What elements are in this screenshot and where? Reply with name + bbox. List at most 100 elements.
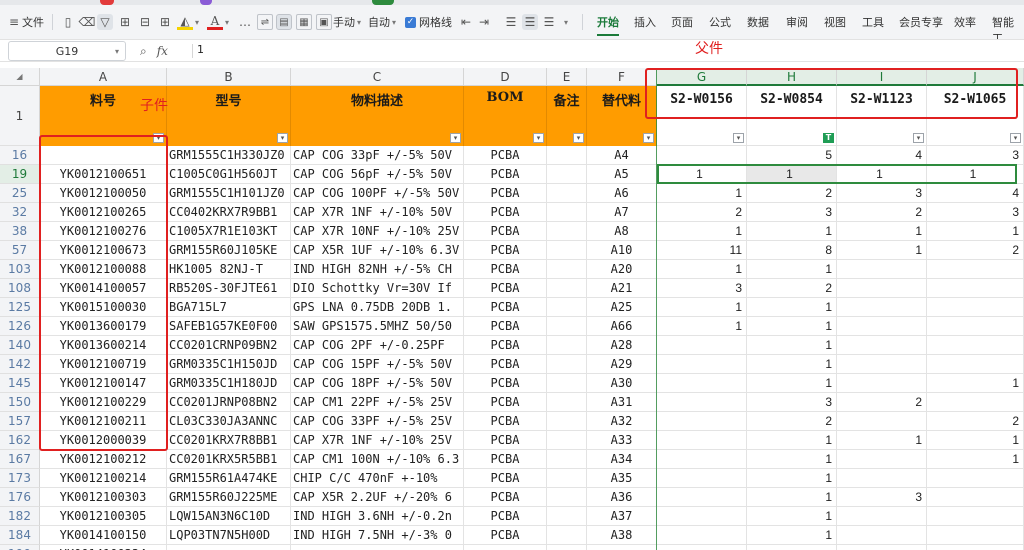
column-header-b[interactable]: B	[167, 68, 291, 86]
cell-f[interactable]: A37	[587, 507, 657, 526]
cell-j[interactable]	[927, 507, 1024, 526]
cell-f[interactable]: A8	[587, 222, 657, 241]
row-header[interactable]: 126	[0, 317, 40, 336]
menu-tools[interactable]: 工具	[862, 14, 884, 30]
cell-h[interactable]: 1	[747, 374, 837, 393]
cell-h[interactable]: 1	[747, 507, 837, 526]
cell-i[interactable]	[837, 374, 927, 393]
menu-review[interactable]: 审阅	[786, 14, 808, 30]
cell-f[interactable]	[587, 545, 657, 550]
cell-c[interactable]: CAP X7R 1NF +/-10% 50V	[291, 203, 464, 222]
cell-g[interactable]	[657, 450, 747, 469]
filter-dropdown-icon[interactable]: ▾	[913, 133, 924, 143]
cell-b[interactable]: HK1005 82NJ-T	[167, 260, 291, 279]
cell-j[interactable]: 2	[927, 241, 1024, 260]
cell-e[interactable]	[547, 336, 587, 355]
cell-c[interactable]	[291, 545, 464, 550]
cell-h[interactable]: 1	[747, 450, 837, 469]
cell-f[interactable]: A4	[587, 146, 657, 165]
cell-f[interactable]: A10	[587, 241, 657, 260]
cell-b[interactable]: GRM155R60J105KE	[167, 241, 291, 260]
calc-manual-button[interactable]: 手动 ▾	[333, 12, 361, 32]
cell-b[interactable]: GRM155R60J225ME	[167, 488, 291, 507]
row-header[interactable]: 140	[0, 336, 40, 355]
cell-g[interactable]	[657, 374, 747, 393]
menu-ai-tools[interactable]: 智能工	[992, 14, 1024, 39]
decrease-indent-button[interactable]: ⇥	[476, 12, 492, 32]
cell-d[interactable]: PCBA	[464, 222, 547, 241]
cell-b[interactable]: CC0201KRX5R5BB1	[167, 450, 291, 469]
cell-j[interactable]	[927, 336, 1024, 355]
cell-g[interactable]	[657, 431, 747, 450]
column-header-c[interactable]: C	[291, 68, 464, 86]
cell-i[interactable]	[837, 507, 927, 526]
filter-dropdown-icon[interactable]: ▾	[573, 133, 584, 143]
cell-a[interactable]: YK0014100334	[40, 545, 167, 550]
menu-data[interactable]: 数据	[747, 14, 769, 30]
cell-h[interactable]: 2	[747, 412, 837, 431]
fill-color-button[interactable]: ◭ ▾	[177, 12, 199, 32]
formula-input[interactable]: 1	[197, 43, 204, 56]
menu-home[interactable]: 开始	[597, 14, 619, 36]
cell-e[interactable]	[547, 184, 587, 203]
select-all-corner[interactable]: ◢	[0, 68, 40, 86]
cell-c[interactable]: DIO Schottky Vr=30V If	[291, 279, 464, 298]
cell-e[interactable]	[547, 469, 587, 488]
cell-h[interactable]: 1	[747, 317, 837, 336]
cell-b[interactable]: BGA715L7	[167, 298, 291, 317]
cell-f[interactable]: A31	[587, 393, 657, 412]
cell-c[interactable]: IND HIGH 82NH +/-5% CH	[291, 260, 464, 279]
more-align-button[interactable]: ▾	[562, 12, 568, 32]
cell-g[interactable]: 1	[657, 317, 747, 336]
cell-j[interactable]	[927, 393, 1024, 412]
align-left-button[interactable]: ☰	[503, 12, 519, 32]
cell-b[interactable]: CL03C330JA3ANNC	[167, 412, 291, 431]
cell-h[interactable]: 1	[747, 260, 837, 279]
function-icon[interactable]: fx	[157, 44, 168, 58]
cell-a[interactable]: YK0014100150	[40, 526, 167, 545]
bold-button[interactable]: ⊟	[137, 12, 153, 32]
cell-e[interactable]	[547, 165, 587, 184]
column-header-d[interactable]: D	[464, 68, 547, 86]
cell-i[interactable]	[837, 412, 927, 431]
row-header[interactable]: 57	[0, 241, 40, 260]
cell-c[interactable]: CAP COG 2PF +/-0.25PF	[291, 336, 464, 355]
cell-b[interactable]: GRM0335C1H150JD	[167, 355, 291, 374]
cell-h[interactable]: 1	[747, 469, 837, 488]
row-header[interactable]: 25	[0, 184, 40, 203]
cell-e[interactable]	[547, 393, 587, 412]
cell-e[interactable]	[547, 545, 587, 550]
cell-b[interactable]: CC0201JRNP08BN2	[167, 393, 291, 412]
cell-j[interactable]: 3	[927, 146, 1024, 165]
cell-b[interactable]: CC0201CRNP09BN2	[167, 336, 291, 355]
cell-i[interactable]: 3	[837, 184, 927, 203]
cell-c[interactable]: CAP COG 33pF +/-5% 50V	[291, 146, 464, 165]
cell-j[interactable]: 1	[927, 450, 1024, 469]
filter-dropdown-icon[interactable]: ▾	[643, 133, 654, 143]
cell-c[interactable]: CHIP C/C 470nF +-10%	[291, 469, 464, 488]
gridlines-toggle[interactable]: ✓ 网格线	[405, 12, 452, 32]
cell-i[interactable]	[837, 526, 927, 545]
cell-h[interactable]	[747, 545, 837, 550]
cell-h[interactable]: 1	[747, 222, 837, 241]
row-header[interactable]: 167	[0, 450, 40, 469]
cell-h[interactable]: 3	[747, 203, 837, 222]
cell-g[interactable]: 1	[657, 222, 747, 241]
filter-dropdown-icon[interactable]: ▾	[277, 133, 288, 143]
row-header[interactable]: 125	[0, 298, 40, 317]
filter-dropdown-icon[interactable]: ▾	[533, 133, 544, 143]
row-header[interactable]: 184	[0, 526, 40, 545]
cell-b[interactable]: GRM1555C1H101JZ0	[167, 184, 291, 203]
cell-g[interactable]	[657, 545, 747, 550]
cell-e[interactable]	[547, 317, 587, 336]
cell-h[interactable]: 1	[747, 488, 837, 507]
cell-c[interactable]: CAP CM1 100N +/-10% 6.3	[291, 450, 464, 469]
cell-style-button[interactable]: ▦	[296, 12, 312, 32]
name-box[interactable]: G19 ▾	[8, 41, 126, 61]
row-header[interactable]: 150	[0, 393, 40, 412]
cell-d[interactable]: PCBA	[464, 241, 547, 260]
indent-button[interactable]: ⇤	[458, 12, 474, 32]
cell-e[interactable]	[547, 298, 587, 317]
cell-b[interactable]: CC0402KRX7R9BB1	[167, 203, 291, 222]
cell-d[interactable]: PCBA	[464, 298, 547, 317]
